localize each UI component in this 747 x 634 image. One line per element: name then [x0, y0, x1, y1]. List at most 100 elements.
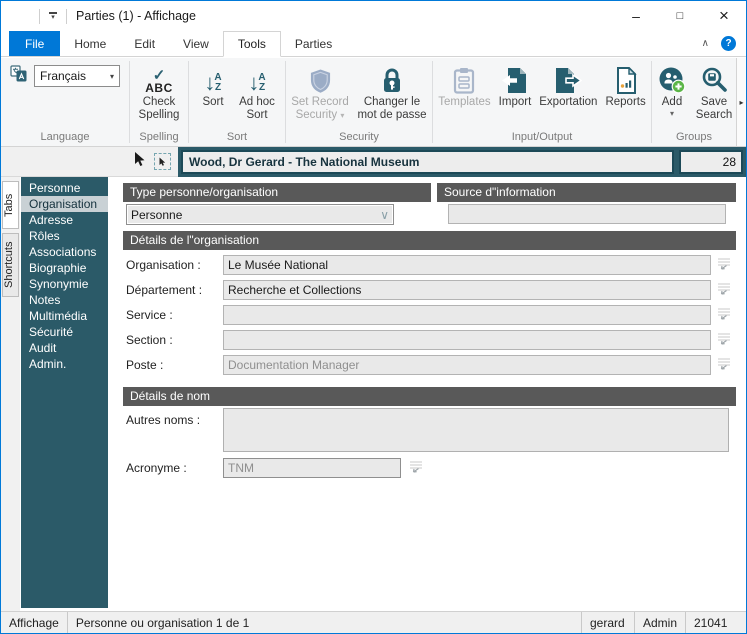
source-field[interactable] [448, 204, 726, 224]
autres-noms-row-1[interactable] [224, 409, 728, 430]
sidebar-item-notes[interactable]: Notes [21, 292, 108, 308]
field-label-autres-noms: Autres noms : [126, 413, 200, 427]
tab-view[interactable]: View [169, 31, 223, 56]
poste-field[interactable] [223, 355, 711, 375]
adhoc-sort-button[interactable]: ↓ AZ Ad hoc Sort [233, 60, 281, 122]
record-number-field[interactable]: 28 [679, 150, 743, 174]
sidebar-item-personne[interactable]: Personne [21, 180, 108, 196]
title-bar: ▾ Parties (1) - Affichage – □ × [1, 1, 746, 31]
autres-noms-box[interactable] [223, 408, 729, 452]
chevron-down-icon: ∨ [380, 208, 389, 222]
import-icon [501, 62, 528, 96]
status-number: 21041 [686, 616, 746, 630]
sidebar-item-admin[interactable]: Admin. [21, 356, 108, 372]
group-label-spelling: Spelling [130, 130, 188, 146]
sidebar-item-synonymie[interactable]: Synonymie [21, 276, 108, 292]
field-label-acronyme: Acronyme : [126, 461, 187, 475]
change-password-button[interactable]: Changer le mot de passe [353, 60, 431, 122]
add-button[interactable]: Add ▾ [652, 60, 692, 118]
reports-button[interactable]: Reports [601, 60, 649, 109]
group-label-language: Language [1, 130, 129, 146]
group-label-security: Security [286, 130, 432, 146]
status-mode: Affichage [1, 616, 67, 630]
service-field[interactable] [223, 305, 711, 325]
templates-button[interactable]: Templates [434, 60, 494, 109]
tab-file[interactable]: File [9, 31, 60, 56]
field-label-organisation: Organisation : [126, 258, 201, 272]
sort-az-icon: ↓ AZ [204, 72, 221, 94]
tab-tools[interactable]: Tools [223, 31, 281, 57]
field-marker-icon [717, 357, 731, 371]
check-spelling-button[interactable]: ✓ABC Check Spelling [131, 60, 187, 122]
sidebar-item-adresse[interactable]: Adresse [21, 212, 108, 228]
field-label-departement: Département : [126, 283, 202, 297]
tab-edit[interactable]: Edit [120, 31, 169, 56]
field-label-section: Section : [126, 333, 173, 347]
section-field[interactable] [223, 330, 711, 350]
arrow-cursor-icon[interactable] [132, 151, 147, 172]
ribbon-group-sort: ↓ AZ Sort ↓ AZ Ad hoc Sort Sort [189, 58, 285, 146]
section-header-nom: Détails de nom [123, 387, 736, 406]
group-label-io: Input/Output [433, 130, 651, 146]
departement-field[interactable] [223, 280, 711, 300]
translate-icon [10, 65, 27, 87]
maximize-button[interactable]: □ [658, 1, 702, 31]
sidebar-item-securite[interactable]: Sécurité [21, 324, 108, 340]
sidebar-item-roles[interactable]: Rôles [21, 228, 108, 244]
side-tab-tabs[interactable]: Tabs [2, 181, 19, 229]
ribbon-tab-row: File Home Edit View Tools Parties ∧ ? [1, 31, 746, 57]
organisation-field[interactable] [223, 255, 711, 275]
tab-home[interactable]: Home [60, 31, 120, 56]
ribbon-scroll-right[interactable]: ▸ [736, 58, 746, 146]
clipboard-icon [452, 62, 476, 96]
minimize-button[interactable]: – [614, 1, 658, 31]
field-marker-icon [409, 460, 423, 474]
save-search-button[interactable]: Save Search [692, 60, 736, 122]
status-bar: Affichage Personne ou organisation 1 de … [1, 611, 746, 633]
autres-noms-row-2[interactable] [224, 430, 728, 451]
import-button[interactable]: Import [495, 60, 536, 109]
sidebar-item-multimedia[interactable]: Multimédia [21, 308, 108, 324]
close-button[interactable]: × [702, 1, 746, 31]
ribbon-group-groups: Add ▾ Save Search Groups [652, 58, 736, 146]
sort-button[interactable]: ↓ AZ Sort [193, 60, 233, 109]
lock-icon [381, 62, 403, 96]
help-icon[interactable]: ? [721, 36, 736, 51]
sidebar-item-biographie[interactable]: Biographie [21, 260, 108, 276]
sidebar-item-organisation[interactable]: Organisation [21, 196, 108, 212]
acronyme-field[interactable] [223, 458, 401, 478]
type-dropdown-value: Personne [131, 208, 182, 222]
ribbon-group-language: Français ▾ Language [1, 58, 129, 146]
marquee-select-icon[interactable] [154, 153, 171, 170]
status-user: gerard [582, 616, 634, 630]
type-dropdown[interactable]: Personne ∨ [126, 204, 394, 225]
language-value: Français [40, 69, 86, 83]
qat-separator [39, 9, 40, 24]
report-document-icon [614, 62, 638, 96]
sort-az-icon: ↓ AZ [248, 72, 265, 94]
pointer-toolbar [1, 147, 178, 177]
field-label-service: Service : [126, 308, 173, 322]
side-tab-shortcuts[interactable]: Shortcuts [2, 233, 19, 297]
add-person-icon [658, 62, 686, 96]
record-title-field[interactable]: Wood, Dr Gerard - The National Museum [181, 150, 674, 174]
language-select[interactable]: Français ▾ [34, 65, 120, 87]
sidebar-item-audit[interactable]: Audit [21, 340, 108, 356]
tab-parties[interactable]: Parties [281, 31, 346, 56]
dropdown-arrow-icon: ▾ [670, 109, 674, 118]
window-controls: – □ × [614, 1, 746, 31]
status-role: Admin [635, 616, 685, 630]
main-area: Tabs Shortcuts Personne Organisation Adr… [1, 177, 746, 611]
collapse-ribbon-icon[interactable]: ∧ [702, 38, 709, 49]
qat-customize-icon[interactable]: ▾ [47, 12, 59, 20]
field-label-poste: Poste : [126, 358, 163, 372]
field-marker-icon [717, 282, 731, 296]
sidebar-item-associations[interactable]: Associations [21, 244, 108, 260]
status-record-position: Personne ou organisation 1 de 1 [68, 616, 257, 630]
group-label-groups: Groups [652, 130, 736, 146]
set-record-security-button[interactable]: Set Record Security ▾ [287, 60, 353, 122]
field-marker-icon [717, 332, 731, 346]
export-icon [555, 62, 582, 96]
export-button[interactable]: Exportation [535, 60, 601, 109]
window-title: Parties (1) - Affichage [76, 9, 196, 23]
